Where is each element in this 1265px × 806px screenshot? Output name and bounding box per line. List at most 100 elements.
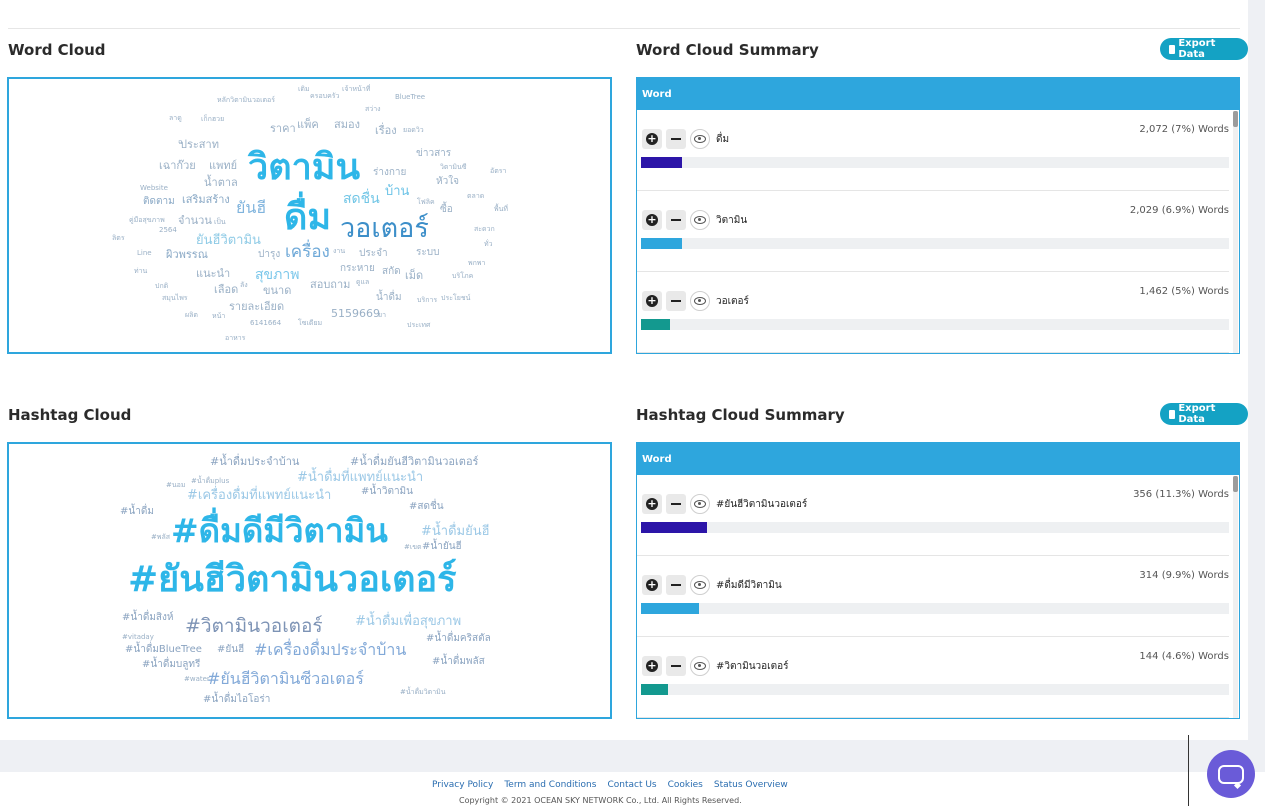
progress-bar — [641, 684, 669, 695]
footer-band — [0, 740, 1265, 772]
remove-button[interactable] — [666, 210, 686, 230]
terms-link[interactable]: Term and Conditions — [504, 780, 596, 790]
cloud-word: 2564 — [159, 226, 177, 234]
cloud-word: ตลาด — [467, 192, 485, 200]
minus-icon — [671, 584, 681, 586]
cloud-word: สว่าง — [365, 105, 381, 113]
progress-track — [641, 603, 1229, 614]
cloud-word: #น้ำดื่มยันฮีวิตามินวอเตอร์ — [350, 455, 479, 468]
add-button[interactable]: + — [642, 210, 662, 230]
add-button[interactable]: + — [642, 575, 662, 595]
cloud-word: Line — [137, 249, 152, 257]
toggle-visibility-button[interactable] — [690, 210, 710, 230]
cloud-word: สกัด — [382, 266, 401, 277]
cloud-word: #น้ำดื่มสิงห์ — [122, 612, 174, 623]
toggle-visibility-button[interactable] — [690, 129, 710, 149]
cloud-word: ปารุง — [258, 249, 281, 260]
cloud-word: โฟลิค — [417, 198, 435, 206]
cloud-word: ยันฮี — [236, 198, 267, 217]
cloud-word: Website — [140, 184, 168, 192]
word-cloud-title: Word Cloud — [8, 41, 106, 59]
cloud-word: #น้ำดื่มประจำบ้าน — [210, 455, 300, 468]
cloud-word: #เขต — [404, 543, 422, 551]
cloud-word: ดื่ม — [284, 197, 332, 238]
remove-button[interactable] — [666, 291, 686, 311]
cloud-word: #น้ำดื่มบลูทรี — [142, 659, 201, 670]
cloud-word: 5159669 — [331, 307, 380, 320]
summary-header: Word — [637, 78, 1239, 110]
summary-row: + วิตามิน 2,029 (6.9%) Words — [637, 191, 1229, 272]
plus-icon: + — [646, 497, 658, 510]
cloud-word: #น้ำดื่มplus — [191, 477, 230, 485]
progress-bar — [641, 238, 682, 249]
remove-button[interactable] — [666, 129, 686, 149]
minus-icon — [671, 300, 681, 302]
export-data-button[interactable]: Export Data — [1160, 38, 1248, 60]
cloud-word: แนะนำ — [196, 267, 231, 280]
document-icon — [1169, 44, 1176, 54]
eye-icon — [694, 662, 706, 670]
cloud-word: สมุนไพร — [162, 294, 188, 302]
status-overview-link[interactable]: Status Overview — [714, 780, 788, 790]
cookies-link[interactable]: Cookies — [668, 780, 703, 790]
plus-icon: + — [646, 294, 658, 307]
toggle-visibility-button[interactable] — [690, 291, 710, 311]
cloud-word: หลักวิตามินวอเตอร์ — [217, 96, 275, 104]
scrollbar-thumb[interactable] — [1233, 111, 1238, 127]
word-cloud-panel: วิตามิน ดื่ม วอเตอร์ เครื่อง ยันฮี สดชื่น บ้าน… — [7, 77, 612, 354]
cloud-word: #ยันฮีวิตามินวอเตอร์ — [128, 559, 457, 600]
word-count: 2,072 (7%) Words — [1139, 124, 1229, 135]
copyright: Copyright © 2021 OCEAN SKY NETWORK Co., … — [459, 796, 742, 805]
cloud-word: โซเดียม — [298, 319, 323, 327]
cloud-word: #น้ำดื่มคริสตัล — [426, 633, 491, 644]
hashtag-cloud-title: Hashtag Cloud — [8, 406, 132, 424]
scrollbar[interactable] — [1233, 111, 1238, 353]
privacy-policy-link[interactable]: Privacy Policy — [432, 780, 493, 790]
contact-us-link[interactable]: Contact Us — [607, 780, 656, 790]
divider — [1188, 735, 1189, 806]
word-label: วอเตอร์ — [716, 296, 749, 307]
progress-track — [641, 522, 1229, 533]
minus-icon — [671, 665, 681, 667]
cloud-word: ร่างกาย — [373, 167, 407, 178]
cloud-word: เลือด — [214, 283, 239, 296]
add-button[interactable]: + — [642, 129, 662, 149]
cloud-word: ทั่ว — [484, 240, 493, 248]
progress-bar — [641, 603, 700, 614]
cloud-word: เสริมสร้าง — [182, 193, 230, 206]
page-gutter — [1248, 0, 1265, 740]
add-button[interactable]: + — [642, 494, 662, 514]
toggle-visibility-button[interactable] — [690, 494, 710, 514]
toggle-visibility-button[interactable] — [690, 656, 710, 676]
cloud-word: เรื่อง — [375, 124, 397, 137]
minus-icon — [671, 503, 681, 505]
summary-row: + #ยันฮีวิตามินวอเตอร์ 356 (11.3%) Words — [637, 475, 1229, 556]
summary-rows: + #ยันฮีวิตามินวอเตอร์ 356 (11.3%) Words + #… — [637, 475, 1239, 718]
summary-row: + ดื่ม 2,072 (7%) Words — [637, 110, 1229, 191]
main-content: Word Cloud Word Cloud Summary Export Dat… — [0, 0, 1248, 740]
word-count: 356 (11.3%) Words — [1133, 489, 1229, 500]
toggle-visibility-button[interactable] — [690, 575, 710, 595]
cloud-word: บ้าน — [385, 184, 410, 199]
add-button[interactable]: + — [642, 656, 662, 676]
export-data-button[interactable]: Export Data — [1160, 403, 1248, 425]
cloud-word: ลัง — [240, 281, 248, 289]
export-data-label: Export Data — [1178, 403, 1216, 425]
remove-button[interactable] — [666, 575, 686, 595]
cloud-word: เป็น — [214, 218, 226, 226]
cloud-word: สอบถาม — [310, 278, 351, 291]
eye-icon — [694, 135, 706, 143]
remove-button[interactable] — [666, 494, 686, 514]
cloud-word: หัวใจ — [436, 176, 459, 187]
add-button[interactable]: + — [642, 291, 662, 311]
cloud-word: สะดวก — [474, 225, 495, 233]
cloud-word: เครื่อง — [285, 242, 330, 262]
cloud-word: #พลัส — [151, 533, 171, 541]
chat-button[interactable] — [1207, 750, 1255, 798]
cloud-word: #วิตามินวอเตอร์ — [185, 615, 323, 637]
scrollbar-thumb[interactable] — [1233, 476, 1238, 492]
scrollbar[interactable] — [1233, 476, 1238, 718]
plus-icon: + — [646, 213, 658, 226]
cloud-word: ข่าวสาร — [416, 148, 452, 159]
remove-button[interactable] — [666, 656, 686, 676]
